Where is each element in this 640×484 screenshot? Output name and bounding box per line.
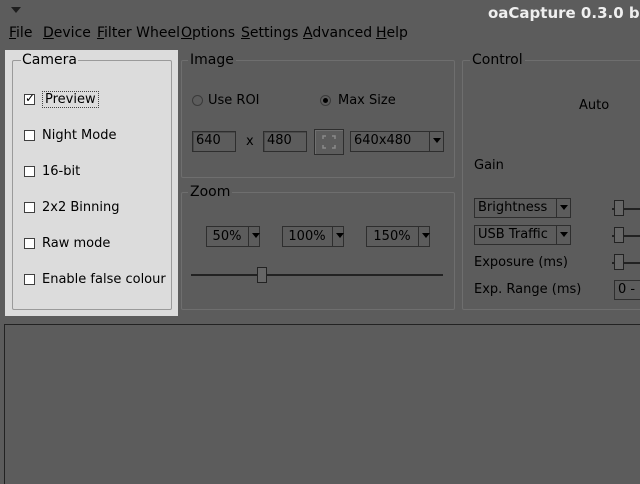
false-colour-label: Enable false colour (42, 271, 166, 287)
menu-advanced[interactable]: Advanced (303, 25, 372, 41)
gain-label: Gain (474, 158, 504, 173)
zoom-50-select[interactable]: 50% (206, 226, 260, 247)
exposure-slider-handle[interactable] (614, 254, 624, 270)
raw-mode-checkbox[interactable] (24, 237, 35, 249)
use-roi-option[interactable]: Use ROI (192, 93, 260, 108)
resolution-value: 640x480 (354, 133, 412, 148)
window-title: oaCapture 0.3.0 beta (488, 4, 640, 22)
binning-option[interactable]: 2x2 Binning (24, 199, 119, 215)
control-select-1-dropdown-icon[interactable] (556, 199, 570, 217)
zoom-50-dropdown-icon[interactable] (248, 227, 260, 246)
zoom-100-select[interactable]: 100% (282, 226, 344, 247)
exp-range-select[interactable]: 0 - 5 (614, 280, 640, 300)
zoom-group (181, 192, 455, 310)
menu-file[interactable]: File (9, 25, 32, 41)
image-group-title: Image (188, 52, 236, 68)
16-bit-checkbox[interactable] (24, 165, 35, 177)
night-mode-label: Night Mode (42, 127, 117, 143)
false-colour-option[interactable]: Enable false colour (24, 271, 166, 287)
false-colour-checkbox[interactable] (24, 273, 35, 285)
night-mode-checkbox[interactable] (24, 129, 35, 141)
menu-help[interactable]: Help (376, 25, 408, 41)
max-size-radio[interactable] (320, 95, 331, 106)
menu-filter-wheel[interactable]: Filter Wheel (97, 25, 180, 41)
control-select-2-dropdown-icon[interactable] (556, 226, 570, 244)
menu-settings[interactable]: Settings (241, 25, 298, 41)
control-select-2-value: USB Traffic (478, 227, 548, 242)
exposure-label: Exposure (ms) (474, 255, 568, 270)
16-bit-label: 16-bit (42, 163, 81, 179)
max-size-option[interactable]: Max Size (320, 93, 396, 108)
binning-label: 2x2 Binning (42, 199, 120, 215)
raw-mode-option[interactable]: Raw mode (24, 235, 110, 251)
exp-range-value: 0 - 5 (618, 282, 640, 297)
zoom-150-select[interactable]: 150% (366, 226, 430, 247)
zoom-slider-handle[interactable] (257, 267, 267, 283)
binning-checkbox[interactable] (24, 201, 35, 213)
brightness-slider-handle[interactable] (614, 200, 624, 216)
night-mode-option[interactable]: Night Mode (24, 127, 116, 143)
zoom-150-dropdown-icon[interactable] (418, 227, 430, 246)
roi-width-input[interactable]: 640 (192, 131, 236, 152)
zoom-50-label: 50% (212, 229, 242, 244)
roi-height-input[interactable]: 480 (263, 131, 307, 152)
camera-group-title: Camera (21, 52, 78, 68)
control-group (462, 60, 640, 310)
menu-device[interactable]: Device (43, 25, 91, 41)
16-bit-option[interactable]: 16-bit (24, 163, 80, 179)
fullscreen-icon (322, 135, 336, 149)
preview-area[interactable] (4, 324, 640, 484)
max-size-label: Max Size (338, 93, 396, 108)
zoom-150-label: 150% (373, 229, 411, 244)
preview-option[interactable]: Preview (24, 90, 99, 108)
image-group (181, 60, 455, 178)
use-roi-label: Use ROI (208, 93, 260, 108)
exp-range-label: Exp. Range (ms) (474, 282, 582, 297)
preview-checkbox[interactable] (24, 91, 35, 105)
use-roi-radio[interactable] (192, 95, 203, 106)
zoom-100-dropdown-icon[interactable] (332, 227, 344, 246)
usb-traffic-slider-handle[interactable] (614, 227, 624, 243)
auto-column-header: Auto (579, 98, 610, 113)
zoom-slider-track[interactable] (191, 274, 443, 276)
zoom-group-title: Zoom (188, 184, 233, 200)
control-select-1-value: Brightness (478, 200, 548, 215)
control-select-2[interactable]: USB Traffic (474, 225, 571, 245)
resolution-dropdown-icon[interactable] (429, 132, 443, 151)
window-menu-icon[interactable] (11, 7, 21, 13)
roi-x-label: x (246, 134, 254, 149)
resolution-select[interactable]: 640x480 (350, 131, 444, 152)
zoom-100-label: 100% (288, 229, 326, 244)
control-select-1[interactable]: Brightness (474, 198, 571, 218)
menu-options[interactable]: Options (181, 25, 235, 41)
fit-to-frame-button[interactable] (314, 129, 344, 155)
preview-label: Preview (42, 90, 99, 108)
control-group-title: Control (470, 52, 525, 68)
raw-mode-label: Raw mode (42, 235, 111, 251)
title-bar: oaCapture 0.3.0 beta (0, 0, 640, 24)
